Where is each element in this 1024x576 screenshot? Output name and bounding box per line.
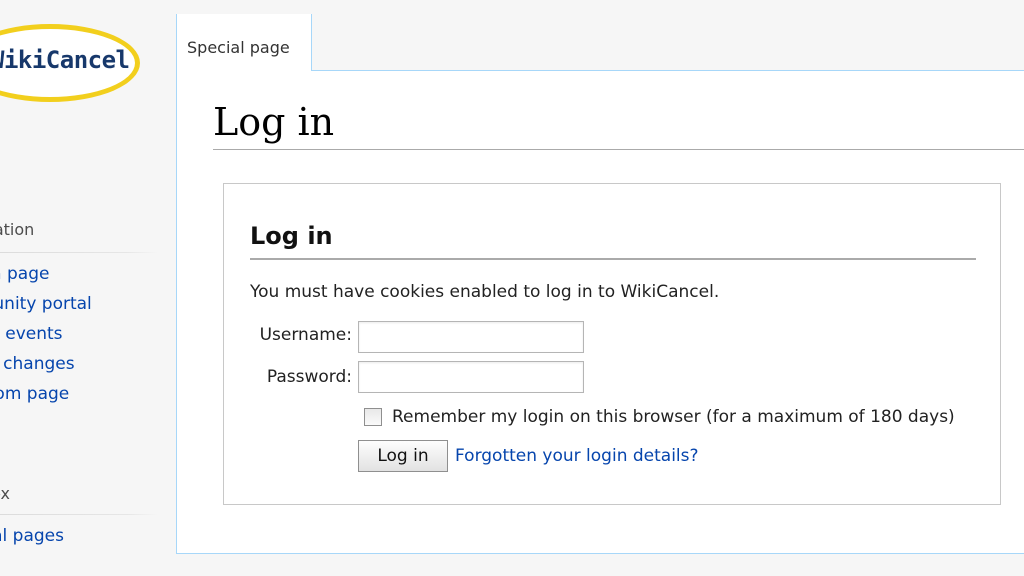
remember-me-label[interactable]: Remember my login on this browser (for a… bbox=[392, 407, 955, 427]
tab-label: Special page bbox=[187, 38, 290, 57]
page-title-divider bbox=[213, 149, 1024, 150]
login-form-heading-divider bbox=[250, 258, 976, 260]
sidebar-item-community-portal[interactable]: Community portal bbox=[0, 294, 92, 324]
cookie-notice: You must have cookies enabled to log in … bbox=[250, 282, 720, 302]
sidebar-navigation-list: Main page Community portal Current event… bbox=[0, 264, 92, 414]
sidebar-navigation-divider bbox=[0, 252, 158, 253]
sidebar-link[interactable]: Current events bbox=[0, 324, 63, 344]
sidebar-navigation-heading: Navigation bbox=[0, 220, 35, 239]
sidebar-item-special-pages[interactable]: Special pages bbox=[0, 526, 64, 556]
username-label: Username: bbox=[259, 325, 352, 345]
sidebar-item-random-page[interactable]: Random page bbox=[0, 384, 92, 414]
tab-special-page[interactable]: Special page bbox=[176, 14, 312, 72]
sidebar-item-main-page[interactable]: Main page bbox=[0, 264, 92, 294]
sidebar-item-recent-changes[interactable]: Recent changes bbox=[0, 354, 92, 384]
username-input[interactable] bbox=[358, 321, 584, 353]
sidebar-item-current-events[interactable]: Current events bbox=[0, 324, 92, 354]
page-title: Log in bbox=[213, 100, 335, 144]
forgot-login-link[interactable]: Forgotten your login details? bbox=[455, 446, 699, 466]
sidebar-toolbox-divider bbox=[0, 514, 158, 515]
sidebar-toolbox-list: Special pages bbox=[0, 526, 64, 556]
main-content: Log in Log in You must have cookies enab… bbox=[176, 71, 1024, 554]
sidebar-link[interactable]: Random page bbox=[0, 384, 69, 404]
sidebar-link[interactable]: Community portal bbox=[0, 294, 92, 314]
login-form: Log in You must have cookies enabled to … bbox=[223, 183, 1001, 505]
password-label: Password: bbox=[266, 367, 352, 387]
site-logo-text[interactable]: WikiCancel bbox=[0, 48, 130, 72]
sidebar-toolbox-heading: Toolbox bbox=[0, 484, 10, 503]
sidebar-link[interactable]: Main page bbox=[0, 264, 49, 284]
password-input[interactable] bbox=[358, 361, 584, 393]
wiki-page: WikiCancel Navigation Main page Communit… bbox=[0, 0, 1024, 576]
sidebar-link[interactable]: Recent changes bbox=[0, 354, 75, 374]
remember-me-checkbox[interactable] bbox=[364, 408, 382, 426]
sidebar-link[interactable]: Special pages bbox=[0, 526, 64, 546]
login-form-heading: Log in bbox=[250, 222, 333, 250]
login-button[interactable]: Log in bbox=[358, 440, 448, 472]
